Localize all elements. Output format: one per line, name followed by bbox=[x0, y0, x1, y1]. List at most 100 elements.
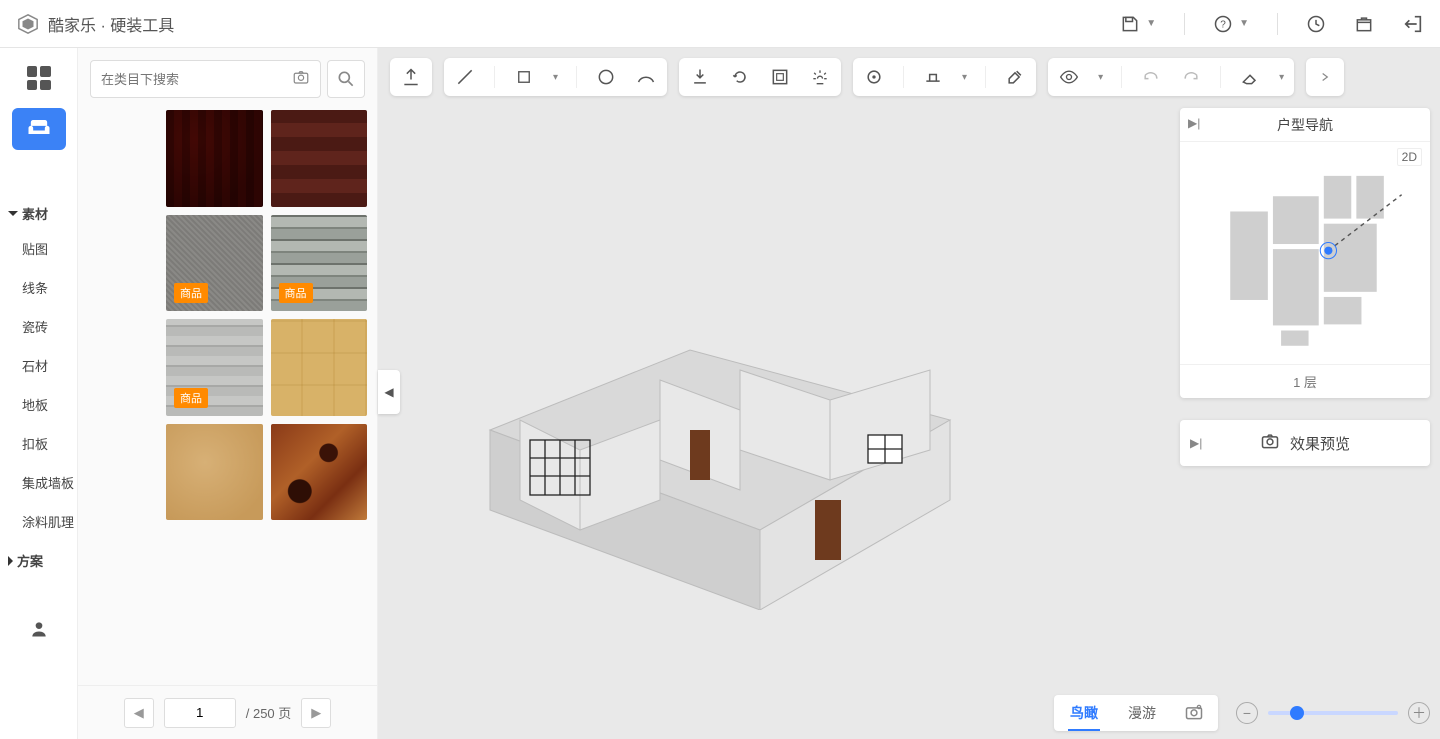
sofa-icon bbox=[25, 113, 53, 146]
zoom-out-button[interactable]: − bbox=[1236, 702, 1258, 724]
texture-swatch bbox=[271, 110, 368, 207]
search-button[interactable] bbox=[327, 60, 365, 98]
material-tile[interactable] bbox=[166, 110, 263, 207]
page-input[interactable] bbox=[164, 698, 236, 728]
zoom-thumb[interactable] bbox=[1290, 706, 1304, 720]
category-column: 素材 贴图线条瓷砖石材地板扣板集成墙板涂料肌理 方案 bbox=[0, 198, 78, 576]
target-tool-icon[interactable] bbox=[863, 66, 885, 88]
rotate-tool-icon[interactable] bbox=[729, 66, 751, 88]
next-page-button[interactable]: ▶ bbox=[301, 698, 331, 728]
chevron-down-icon[interactable]: ▾ bbox=[1279, 72, 1284, 83]
texture-swatch bbox=[271, 424, 368, 521]
floorplan-minimap[interactable]: 2D bbox=[1180, 142, 1430, 364]
effect-preview-panel[interactable]: ▶| 效果预览 bbox=[1180, 420, 1430, 466]
user-button[interactable] bbox=[0, 619, 77, 639]
chevron-down-icon[interactable]: ▾ bbox=[553, 72, 558, 83]
category-item[interactable]: 贴图 bbox=[8, 229, 78, 268]
category-item[interactable]: 集成墙板 bbox=[8, 463, 78, 502]
drop-tool-icon[interactable] bbox=[689, 66, 711, 88]
zoom-control: − ＋ bbox=[1236, 702, 1430, 724]
tool-group-export bbox=[390, 58, 432, 96]
collapse-sidebar-button[interactable]: ◀ bbox=[378, 370, 400, 414]
grid-icon bbox=[27, 66, 51, 90]
history-button[interactable] bbox=[1306, 14, 1326, 34]
tab-walkthrough[interactable]: 漫游 bbox=[1126, 695, 1158, 731]
floor-label[interactable]: 1 层 bbox=[1180, 364, 1430, 398]
brand-logo-icon bbox=[16, 12, 40, 36]
category-item[interactable]: 地板 bbox=[8, 385, 78, 424]
erase-icon[interactable] bbox=[1239, 66, 1261, 88]
brand: 酷家乐 · 硬装工具 bbox=[16, 12, 174, 36]
divider bbox=[1184, 13, 1185, 35]
tool-group-construct bbox=[679, 58, 841, 96]
camera-icon[interactable] bbox=[292, 68, 310, 91]
light-tool-icon[interactable] bbox=[809, 66, 831, 88]
tab-birdview[interactable]: 鸟瞰 bbox=[1068, 695, 1100, 731]
bottom-bar: 鸟瞰 漫游 − ＋ bbox=[980, 693, 1430, 733]
tool-group-more[interactable] bbox=[1306, 58, 1344, 96]
material-panel: 商品商品商品 素材 贴图线条瓷砖石材地板扣板集成墙板涂料肌理 方案 ◀ / 25… bbox=[78, 48, 378, 739]
arc-tool-icon[interactable] bbox=[635, 66, 657, 88]
tool-group-placement: ▾ bbox=[853, 58, 1036, 96]
paint-tool-icon[interactable] bbox=[1004, 66, 1026, 88]
category-item[interactable]: 扣板 bbox=[8, 424, 78, 463]
tool-group-shapes: ▾ bbox=[444, 58, 667, 96]
panel-collapse-button[interactable]: ▶| bbox=[1190, 436, 1202, 450]
material-tile[interactable]: 商品 bbox=[271, 215, 368, 312]
product-badge: 商品 bbox=[279, 283, 313, 303]
category-header-material[interactable]: 素材 bbox=[8, 198, 78, 229]
divider bbox=[1277, 13, 1278, 35]
tool-group-view: ▾ ▾ bbox=[1048, 58, 1294, 96]
align-tool-icon[interactable] bbox=[922, 66, 944, 88]
chevron-down-icon[interactable]: ▾ bbox=[1098, 72, 1103, 83]
chevron-down-icon: ▼ bbox=[1146, 18, 1156, 29]
texture-swatch bbox=[166, 424, 263, 521]
category-item[interactable]: 瓷砖 bbox=[8, 307, 78, 346]
circle-tool-icon[interactable] bbox=[595, 66, 617, 88]
frame-tool-icon[interactable] bbox=[769, 66, 791, 88]
search-box[interactable] bbox=[90, 60, 321, 98]
exit-button[interactable] bbox=[1402, 13, 1424, 35]
search-input[interactable] bbox=[101, 72, 292, 87]
page-total: / 250 页 bbox=[246, 703, 292, 722]
texture-swatch bbox=[271, 319, 368, 416]
product-badge: 商品 bbox=[174, 388, 208, 408]
material-tile[interactable]: 商品 bbox=[166, 319, 263, 416]
upload-icon[interactable] bbox=[400, 66, 422, 88]
redo-icon[interactable] bbox=[1180, 66, 1202, 88]
material-tile[interactable]: 商品 bbox=[166, 215, 263, 312]
zoom-slider[interactable] bbox=[1268, 711, 1398, 715]
rect-tool-icon[interactable] bbox=[513, 66, 535, 88]
chevron-down-icon[interactable]: ▾ bbox=[962, 72, 967, 83]
line-tool-icon[interactable] bbox=[454, 66, 476, 88]
material-tile[interactable] bbox=[166, 424, 263, 521]
snapshot-button[interactable] bbox=[1184, 702, 1204, 725]
canvas-toolbar: ▾ ▾ ▾ ▾ bbox=[390, 58, 1428, 96]
top-right-actions: ▼ ? ▼ bbox=[1120, 13, 1424, 35]
material-tile[interactable] bbox=[271, 424, 368, 521]
material-tile[interactable] bbox=[271, 110, 368, 207]
package-button[interactable] bbox=[1354, 14, 1374, 34]
brand-title: 酷家乐 · 硬装工具 bbox=[48, 12, 174, 36]
floorplan-nav-panel: ▶| 户型导航 2D 1 层 bbox=[1180, 108, 1430, 398]
category-item[interactable]: 涂料肌理 bbox=[8, 502, 78, 541]
eye-icon[interactable] bbox=[1058, 66, 1080, 88]
category-item[interactable]: 石材 bbox=[8, 346, 78, 385]
view-tabs: 鸟瞰 漫游 bbox=[1054, 695, 1218, 731]
category-item[interactable]: 线条 bbox=[8, 268, 78, 307]
help-menu-button[interactable]: ? ▼ bbox=[1213, 14, 1249, 34]
save-menu-button[interactable]: ▼ bbox=[1120, 14, 1156, 34]
material-tile[interactable] bbox=[271, 319, 368, 416]
camera-icon bbox=[1260, 431, 1280, 455]
prev-page-button[interactable]: ◀ bbox=[124, 698, 154, 728]
caret-down-icon bbox=[8, 211, 18, 216]
dashboard-button[interactable] bbox=[27, 66, 51, 90]
undo-icon[interactable] bbox=[1140, 66, 1162, 88]
panel-title: 户型导航 bbox=[1277, 115, 1333, 135]
category-header-scheme[interactable]: 方案 bbox=[8, 541, 78, 576]
more-icon[interactable] bbox=[1314, 66, 1336, 88]
product-badge: 商品 bbox=[174, 283, 208, 303]
material-library-button[interactable] bbox=[12, 108, 66, 150]
panel-collapse-button[interactable]: ▶| bbox=[1188, 116, 1200, 130]
zoom-in-button[interactable]: ＋ bbox=[1408, 702, 1430, 724]
